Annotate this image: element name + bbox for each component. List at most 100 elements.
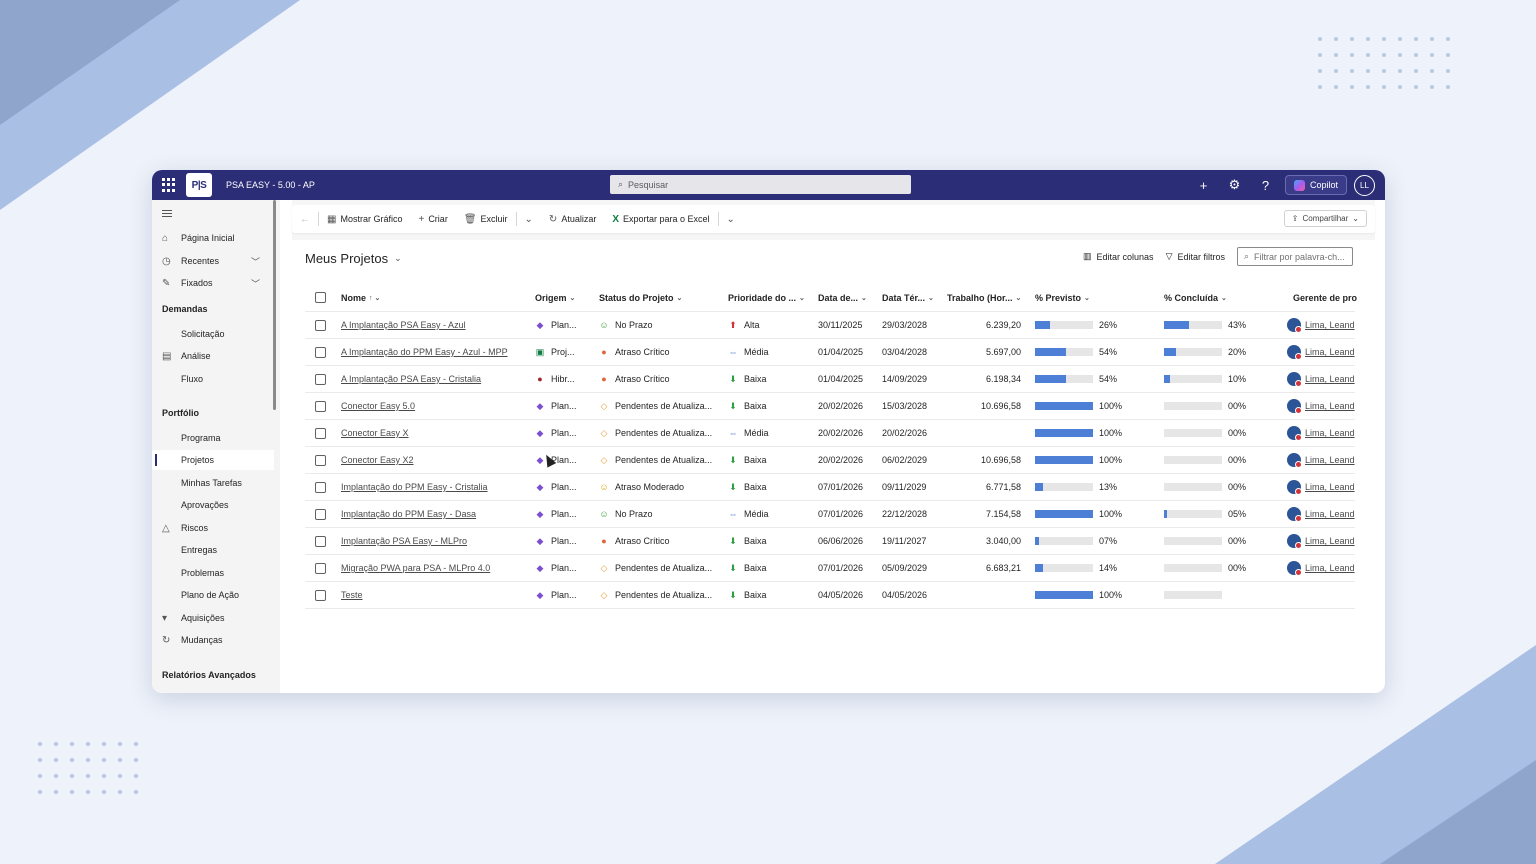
manager-link[interactable]: Lima, Leand [1305, 320, 1355, 330]
row-checkbox[interactable] [315, 528, 326, 554]
manager-link[interactable]: Lima, Leand [1305, 455, 1355, 465]
exportar-excel-button[interactable]: X Exportar para o Excel [604, 205, 717, 233]
table-row[interactable]: Implantação do PPM Easy - Cristalia ◆ Plan… [305, 474, 1355, 501]
manager-cell[interactable]: Lima, Leand [1287, 366, 1355, 392]
copilot-button[interactable]: Copilot [1284, 175, 1347, 195]
row-checkbox[interactable] [315, 555, 326, 581]
sidebar-item-projetos[interactable]: Projetos [152, 450, 274, 470]
column-header-data-termino[interactable]: Data Tér... ⌄ [882, 284, 934, 311]
manager-cell[interactable]: Lima, Leand [1287, 447, 1355, 473]
editar-colunas-button[interactable]: ▥ Editar colunas [1083, 251, 1154, 262]
table-row[interactable]: A Implantação PSA Easy - Azul ◆ Plan... ☺ No… [305, 312, 1355, 339]
table-row[interactable]: Migração PWA para PSA - MLPro 4.0 ◆ Plan..… [305, 555, 1355, 582]
table-row[interactable]: Conector Easy 5.0 ◆ Plan... ◇ Pendentes de A… [305, 393, 1355, 420]
compartilhar-button[interactable]: ⇪ Compartilhar ⌄ [1283, 210, 1367, 227]
add-icon[interactable]: + [1188, 170, 1219, 200]
view-selector[interactable]: Meus Projetos ⌄ [305, 251, 402, 266]
manager-link[interactable]: Lima, Leand [1305, 482, 1355, 492]
sidebar-item-fluxo[interactable]: Fluxo [152, 369, 274, 389]
project-name-link[interactable]: A Implantação do PPM Easy - Azul - MPP [341, 339, 526, 365]
manager-link[interactable]: Lima, Leand [1305, 563, 1355, 573]
sidebar-item-plano-de-acao[interactable]: Plano de Ação [152, 585, 274, 605]
sidebar-item-analise[interactable]: ▤ Análise [152, 346, 274, 366]
project-name-link[interactable]: Implantação do PPM Easy - Dasa [341, 501, 526, 527]
hamburger-icon[interactable] [162, 210, 172, 219]
project-name-link[interactable]: Migração PWA para PSA - MLPro 4.0 [341, 555, 526, 581]
table-row[interactable]: A Implantação PSA Easy - Cristalia ● Hibr.… [305, 366, 1355, 393]
project-name-link[interactable]: Implantação do PPM Easy - Cristalia [341, 474, 526, 500]
manager-cell[interactable]: Lima, Leand [1287, 528, 1355, 554]
manager-link[interactable]: Lima, Leand [1305, 347, 1355, 357]
column-header-gerente[interactable]: Gerente de pro [1293, 284, 1357, 311]
row-checkbox[interactable] [315, 582, 326, 608]
atualizar-button[interactable]: ↻ Atualizar [541, 205, 604, 233]
user-avatar[interactable]: LL [1354, 174, 1375, 196]
manager-cell[interactable]: Lima, Leand [1287, 393, 1355, 419]
table-row[interactable]: Teste ◆ Plan... ◇ Pendentes de Atualiza... ⬇ B… [305, 582, 1355, 609]
column-header-prioridade[interactable]: Prioridade do ... ⌄ [728, 284, 805, 311]
chevron-down-icon[interactable]: ﹀ [251, 255, 260, 268]
column-header-status[interactable]: Status do Projeto ⌄ [599, 284, 682, 311]
sidebar-item-aquisicoes[interactable]: ▾ Aquisições [152, 608, 274, 628]
manager-cell[interactable]: Lima, Leand [1287, 339, 1355, 365]
row-checkbox[interactable] [315, 312, 326, 338]
project-name-link[interactable]: Conector Easy 5.0 [341, 393, 526, 419]
chevron-down-icon[interactable]: ﹀ [251, 277, 260, 290]
row-checkbox[interactable] [315, 366, 326, 392]
column-header-trabalho[interactable]: Trabalho (Hor... ⌄ [947, 284, 1021, 311]
sidebar-item-minhas-tarefas[interactable]: Minhas Tarefas [152, 473, 274, 493]
table-row[interactable]: Implantação PSA Easy - MLPro ◆ Plan... ● Atr… [305, 528, 1355, 555]
help-icon[interactable]: ? [1250, 170, 1281, 200]
sidebar-item-riscos[interactable]: △ Riscos [152, 518, 274, 538]
column-header-previsto[interactable]: % Previsto ⌄ [1035, 284, 1090, 311]
manager-link[interactable]: Lima, Leand [1305, 536, 1355, 546]
sidebar-item-pagina-inicial[interactable]: ⌂ Página Inicial [152, 228, 274, 248]
editar-filtros-button[interactable]: ▽ Editar filtros [1166, 251, 1225, 262]
manager-cell[interactable]: Lima, Leand [1287, 555, 1355, 581]
row-checkbox[interactable] [315, 420, 326, 446]
app-logo[interactable]: P|S [186, 173, 212, 197]
manager-link[interactable]: Lima, Leand [1305, 401, 1355, 411]
row-checkbox[interactable] [315, 447, 326, 473]
manager-cell[interactable]: Lima, Leand [1287, 420, 1355, 446]
table-row[interactable]: Implantação do PPM Easy - Dasa ◆ Plan... ☺ N… [305, 501, 1355, 528]
project-name-link[interactable]: Conector Easy X [341, 420, 526, 446]
project-name-link[interactable]: Implantação PSA Easy - MLPro [341, 528, 526, 554]
sidebar-item-mudancas[interactable]: ↻ Mudanças [152, 630, 274, 650]
gear-icon[interactable]: ⚙ [1219, 170, 1250, 200]
filter-keyword-input[interactable]: ⌕ Filtrar por palavra-ch... [1237, 247, 1353, 266]
manager-link[interactable]: Lima, Leand [1305, 374, 1355, 384]
row-checkbox[interactable] [315, 393, 326, 419]
manager-link[interactable]: Lima, Leand [1305, 509, 1355, 519]
criar-button[interactable]: + Criar [410, 205, 455, 233]
sidebar-item-entregas[interactable]: Entregas [152, 540, 274, 560]
sidebar-item-recentes[interactable]: ◷ Recentes ﹀ [152, 251, 274, 271]
back-button[interactable]: ← [292, 205, 318, 233]
sidebar-item-fixados[interactable]: ✎ Fixados ﹀ [152, 273, 274, 293]
table-row[interactable]: Conector Easy X ◆ Plan... ◇ Pendentes de Atu… [305, 420, 1355, 447]
sidebar-item-programa[interactable]: Programa [152, 428, 274, 448]
manager-cell[interactable]: Lima, Leand [1287, 501, 1355, 527]
column-header-concluida[interactable]: % Concluída ⌄ [1164, 284, 1227, 311]
project-name-link[interactable]: Conector Easy X2 [341, 447, 526, 473]
table-row[interactable]: A Implantação do PPM Easy - Azul - MPP ▣ P… [305, 339, 1355, 366]
table-row[interactable]: Conector Easy X2 ◆ Plan... ◇ Pendentes de At… [305, 447, 1355, 474]
manager-link[interactable]: Lima, Leand [1305, 428, 1355, 438]
search-input[interactable]: ⌕ Pesquisar [610, 175, 911, 194]
overflow-dropdown[interactable]: ⌄ [719, 205, 743, 233]
column-header-origem[interactable]: Origem ⌄ [535, 284, 575, 311]
sidebar-item-problemas[interactable]: Problemas [152, 563, 274, 583]
app-launcher-icon[interactable] [162, 178, 176, 192]
mostrar-grafico-button[interactable]: ▦ Mostrar Gráfico [319, 205, 410, 233]
more-dropdown[interactable]: ⌄ [517, 205, 541, 233]
manager-cell[interactable]: Lima, Leand [1287, 474, 1355, 500]
manager-cell[interactable]: Lima, Leand [1287, 312, 1355, 338]
app-title[interactable]: PSA EASY - 5.00 - AP [226, 180, 315, 190]
sidebar-item-solicitacao[interactable]: Solicitação [152, 324, 274, 344]
sidebar-scrollbar[interactable] [273, 200, 276, 410]
column-header-nome[interactable]: Nome ↑ ⌄ [341, 284, 380, 311]
sidebar-group-relatorios[interactable]: Relatórios Avançados [162, 670, 256, 680]
project-name-link[interactable]: Teste [341, 582, 526, 608]
row-checkbox[interactable] [315, 474, 326, 500]
excluir-button[interactable]: 🗑 Excluir [456, 205, 516, 233]
